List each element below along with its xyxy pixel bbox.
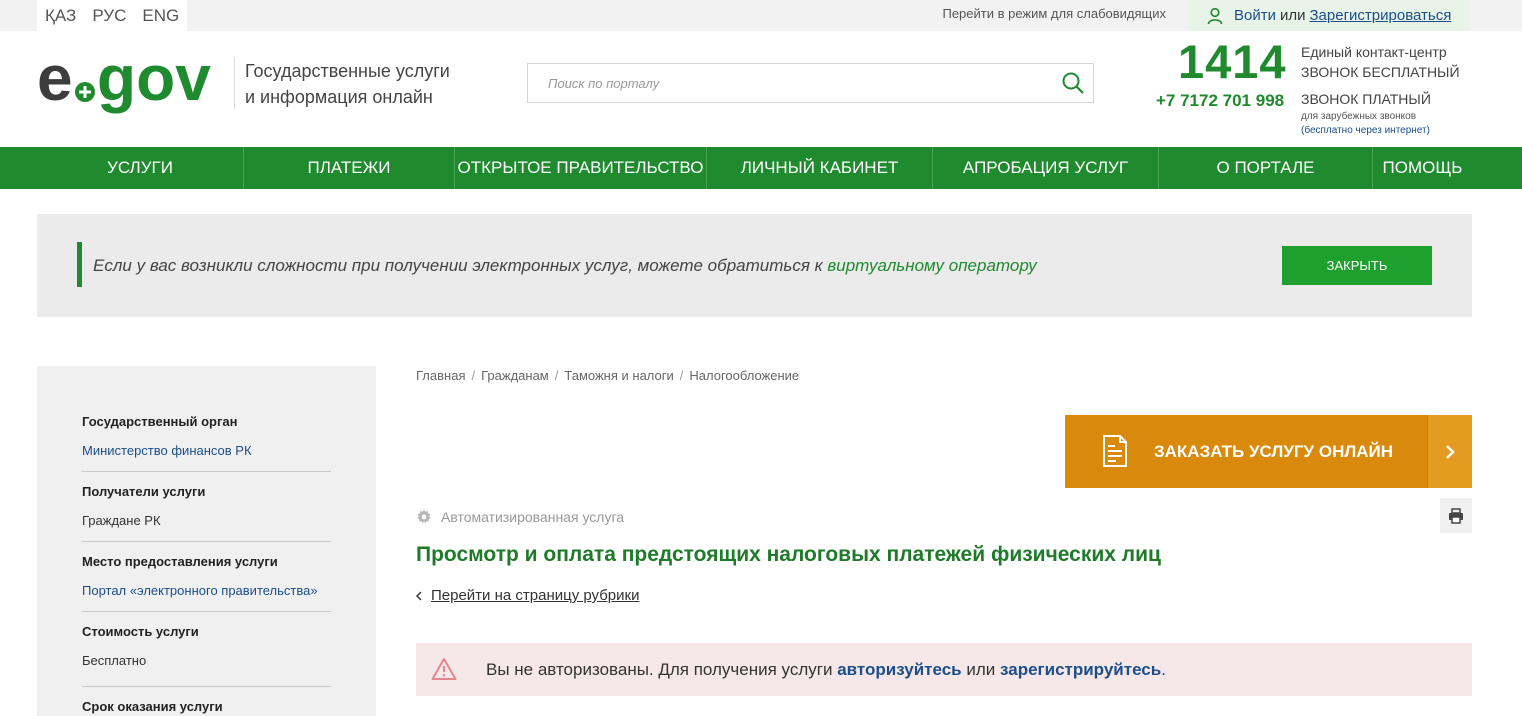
free-call-label: ЗВОНОК БЕСПЛАТНЫЙ — [1301, 64, 1460, 80]
paid-call-label: ЗВОНОК ПЛАТНЫЙ — [1301, 91, 1431, 107]
contact-center-number[interactable]: 1414 — [1178, 34, 1287, 89]
order-button-label: ЗАКАЗАТЬ УСЛУГУ ОНЛАЙН — [1154, 442, 1394, 461]
svg-text:gov: gov — [97, 50, 211, 114]
sidebar-title: Получатели услуги — [82, 484, 206, 499]
print-button[interactable] — [1440, 498, 1472, 533]
lang-eng[interactable]: ENG — [134, 0, 187, 31]
banner-accent-bar — [77, 242, 82, 287]
sidebar-block-place: Место предоставления услуги Портал «элек… — [82, 554, 331, 598]
breadcrumb-separator: / — [471, 368, 476, 383]
egov-logo-graphic: e gov — [37, 42, 211, 114]
low-vision-mode-link[interactable]: Перейти в режим для слабовидящих — [942, 6, 1166, 21]
alert-register-link[interactable]: зарегистрируйтесь — [1000, 660, 1161, 679]
sidebar-title: Срок оказания услуги — [82, 699, 223, 714]
abroad-note: для зарубежных звонков — [1301, 111, 1417, 122]
site-tagline: Государственные услуги и информация онла… — [245, 58, 485, 110]
sidebar-block-agency: Государственный орган Министерство финан… — [82, 414, 331, 458]
warning-icon — [431, 658, 457, 680]
nav-item-services[interactable]: УСЛУГИ — [37, 147, 244, 189]
breadcrumb-citizens[interactable]: Гражданам — [481, 368, 549, 383]
sidebar-divider — [82, 611, 331, 612]
sidebar-block-duration: Срок оказания услуги — [82, 699, 331, 714]
alert-login-link[interactable]: авторизуйтесь — [837, 660, 961, 679]
virtual-operator-link[interactable]: виртуальному оператору — [827, 256, 1036, 275]
sidebar-title: Место предоставления услуги — [82, 554, 278, 569]
search-icon[interactable] — [1061, 71, 1085, 95]
close-banner-button[interactable]: ЗАКРЫТЬ — [1282, 246, 1432, 285]
egov-portal-link[interactable]: Портал «электронного правительства» — [82, 583, 331, 598]
not-authorized-alert: Вы не авторизованы. Для получения услуги… — [416, 643, 1472, 696]
egov-logo[interactable]: e gov — [37, 42, 225, 121]
chevron-right-icon — [1446, 444, 1455, 459]
breadcrumb-separator: / — [679, 368, 684, 383]
portal-search — [527, 63, 1094, 103]
back-to-category-link[interactable]: Перейти на страницу рубрики — [416, 587, 639, 604]
sidebar-title: Государственный орган — [82, 414, 238, 429]
contact-center-label: Единый контакт-центр — [1301, 44, 1447, 60]
alert-or: или — [966, 660, 996, 679]
sidebar-block-recipients: Получатели услуги Граждане РК — [82, 484, 331, 528]
language-switcher: ҚАЗ РУС ENG — [37, 0, 188, 31]
nav-item-open-government[interactable]: ОТКРЫТОЕ ПРАВИТЕЛЬСТВО — [455, 147, 707, 189]
breadcrumb-customs-taxes[interactable]: Таможня и налоги — [564, 368, 673, 383]
order-service-online-button[interactable]: ЗАКАЗАТЬ УСЛУГУ ОНЛАЙН — [1065, 415, 1472, 488]
lang-rus[interactable]: РУС — [84, 0, 134, 31]
banner-message: Если у вас возникли сложности при получе… — [93, 256, 1037, 276]
or-text: или — [1279, 7, 1306, 24]
document-icon — [1103, 435, 1127, 467]
chevron-left-icon — [416, 590, 422, 601]
breadcrumb-home[interactable]: Главная — [416, 368, 465, 383]
alert-prefix: Вы не авторизованы. Для получения услуги — [486, 660, 833, 679]
lang-kaz[interactable]: ҚАЗ — [37, 0, 84, 31]
nav-item-service-testing[interactable]: АПРОБАЦИЯ УСЛУГ — [933, 147, 1159, 189]
sidebar-divider — [82, 471, 331, 472]
tagline-line-2: и информация онлайн — [245, 87, 433, 107]
breadcrumb-taxation[interactable]: Налогообложение — [689, 368, 799, 383]
order-button-arrow — [1427, 415, 1472, 488]
contact-center-info: Единый контакт-центр ЗВОНОК БЕСПЛАТНЫЙ — [1301, 42, 1460, 82]
login-link[interactable]: Войти — [1234, 7, 1276, 24]
breadcrumb: Главная / Гражданам / Таможня и налоги /… — [416, 368, 799, 383]
auth-box: Войти или Зарегистрироваться — [1188, 0, 1470, 31]
agency-link[interactable]: Министерство финансов РК — [82, 443, 331, 458]
service-info-sidebar: Государственный орган Министерство финан… — [37, 366, 376, 716]
abroad-free-link[interactable]: (бесплатно через интернет) — [1301, 125, 1430, 136]
sidebar-divider — [82, 541, 331, 542]
back-link-text: Перейти на страницу рубрики — [431, 587, 640, 604]
print-icon — [1449, 507, 1463, 524]
sidebar-block-cost: Стоимость услуги Бесплатно — [82, 624, 331, 668]
main-navigation: УСЛУГИ ПЛАТЕЖИ ОТКРЫТОЕ ПРАВИТЕЛЬСТВО ЛИ… — [0, 147, 1522, 189]
nav-item-about-portal[interactable]: О ПОРТАЛЕ — [1159, 147, 1373, 189]
alert-suffix: . — [1161, 660, 1166, 679]
tagline-line-1: Государственные услуги — [245, 61, 450, 81]
automated-service-label: Автоматизированная услуга — [416, 509, 624, 525]
virtual-operator-banner: Если у вас возникли сложности при получе… — [37, 214, 1472, 317]
nav-item-help[interactable]: ПОМОЩЬ — [1373, 147, 1472, 189]
banner-text: Если у вас возникли сложности при получе… — [93, 256, 823, 275]
top-utility-bar: ҚАЗ РУС ENG Перейти в режим для слабовид… — [0, 0, 1522, 31]
register-link[interactable]: Зарегистрироваться — [1310, 7, 1452, 24]
service-type-text: Автоматизированная услуга — [441, 509, 625, 525]
nav-item-payments[interactable]: ПЛАТЕЖИ — [244, 147, 455, 189]
breadcrumb-separator: / — [554, 368, 559, 383]
alert-message: Вы не авторизованы. Для получения услуги… — [486, 660, 1166, 680]
sidebar-title: Стоимость услуги — [82, 624, 199, 639]
recipients-value: Граждане РК — [82, 513, 161, 528]
sidebar-divider — [82, 686, 331, 687]
svg-text:e: e — [37, 50, 73, 114]
nav-item-personal-account[interactable]: ЛИЧНЫЙ КАБИНЕТ — [707, 147, 933, 189]
logo-divider — [234, 57, 235, 109]
user-icon — [1207, 7, 1223, 24]
search-input[interactable] — [528, 64, 1028, 102]
paid-phone-number[interactable]: +7 7172 701 998 — [1156, 91, 1284, 111]
cost-value: Бесплатно — [82, 653, 147, 668]
service-title: Просмотр и оплата предстоящих налоговых … — [416, 543, 1161, 566]
gear-icon — [417, 509, 431, 524]
